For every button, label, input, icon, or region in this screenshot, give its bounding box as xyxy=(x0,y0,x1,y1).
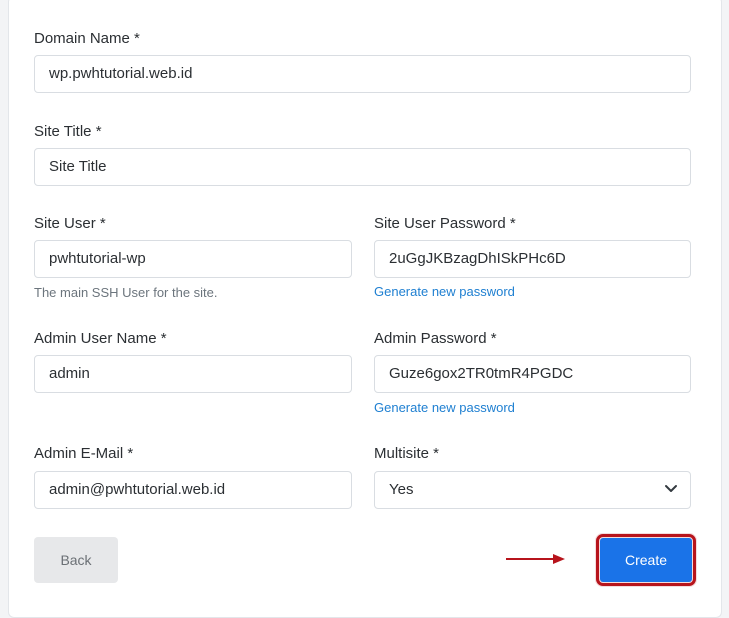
site-user-input[interactable]: pwhtutorial-wp xyxy=(34,240,352,278)
admin-user-name-label: Admin User Name * xyxy=(34,330,167,347)
domain-name-input[interactable]: wp.pwhtutorial.web.id xyxy=(34,55,691,93)
generate-admin-password-link[interactable]: Generate new password xyxy=(374,400,515,415)
multisite-label: Multisite * xyxy=(374,445,440,462)
site-user-password-label: Site User Password * xyxy=(374,215,516,232)
admin-email-label: Admin E-Mail * xyxy=(34,445,134,462)
site-user-label: Site User * xyxy=(34,215,106,232)
site-user-help-text: The main SSH User for the site. xyxy=(34,285,218,300)
admin-email-input[interactable]: admin@pwhtutorial.web.id xyxy=(34,471,352,509)
admin-password-label: Admin Password * xyxy=(374,330,497,347)
multisite-selected-value: Yes xyxy=(389,481,414,498)
create-button[interactable]: Create xyxy=(596,534,696,586)
multisite-select[interactable]: Yes xyxy=(374,471,691,509)
domain-name-label: Domain Name * xyxy=(34,30,140,47)
back-button[interactable]: Back xyxy=(34,537,118,583)
site-title-input[interactable]: Site Title xyxy=(34,148,691,186)
generate-site-user-password-link[interactable]: Generate new password xyxy=(374,284,515,299)
admin-password-input[interactable]: Guze6gox2TR0tmR4PGDC xyxy=(374,355,691,393)
chevron-down-icon xyxy=(665,485,677,492)
red-arrow-icon xyxy=(506,554,565,564)
site-title-label: Site Title * xyxy=(34,123,102,140)
site-user-password-input[interactable]: 2uGgJKBzagDhISkPHc6D xyxy=(374,240,691,278)
admin-user-name-input[interactable]: admin xyxy=(34,355,352,393)
